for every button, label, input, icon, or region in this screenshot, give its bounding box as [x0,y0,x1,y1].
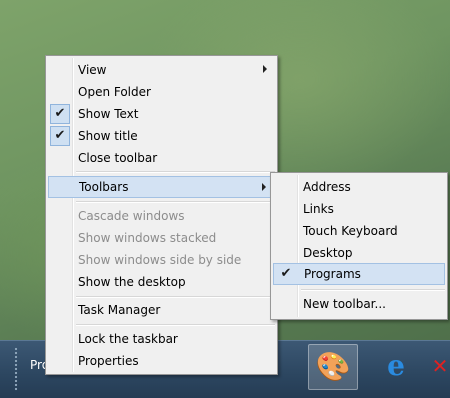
menu-item-label: Task Manager [78,303,161,317]
menu-item-task-manager[interactable]: Task Manager [48,299,275,321]
menu-item-show-desktop[interactable]: Show the desktop [48,271,275,293]
menu-item-label: Show the desktop [78,275,186,289]
check-icon: ✔ [50,104,70,124]
menu-separator [301,289,445,291]
toolbar-item-touch-keyboard[interactable]: Touch Keyboard [273,220,445,242]
menu-item-side-by-side: Show windows side by side [48,249,275,271]
toolbar-item-programs[interactable]: ✔ Programs [273,263,445,285]
taskbar-context-menu: View Open Folder ✔ Show Text ✔ Show titl… [45,55,278,375]
menu-item-label: Properties [78,354,139,368]
submenu-arrow-icon [263,65,267,73]
menu-item-toolbars[interactable]: Toolbars [48,176,275,198]
menu-item-label: Close toolbar [78,151,158,165]
app-icon: ✕ [431,354,449,378]
menu-item-label: New toolbar... [303,297,386,311]
menu-item-label: Desktop [303,246,353,260]
internet-explorer-icon: e [387,349,405,382]
menu-item-label: Show title [78,129,138,143]
menu-item-show-text[interactable]: ✔ Show Text [48,103,275,125]
menu-item-label: View [78,63,107,77]
menu-item-view[interactable]: View [48,59,275,81]
paint-icon: 🎨 [315,350,351,383]
menu-item-label: Show windows stacked [78,231,217,245]
menu-item-label: Open Folder [78,85,151,99]
toolbar-item-desktop[interactable]: Desktop [273,242,445,264]
app-button[interactable]: ✕ [430,344,450,388]
menu-item-lock-taskbar[interactable]: Lock the taskbar [48,328,275,350]
taskbar-grip[interactable] [14,347,18,391]
menu-item-label: Cascade windows [78,209,185,223]
menu-item-cascade: Cascade windows [48,205,275,227]
menu-separator [76,201,275,203]
menu-item-properties[interactable]: Properties [48,350,275,372]
menu-item-label: Show windows side by side [78,253,242,267]
toolbars-submenu: Address Links Touch Keyboard Desktop ✔ P… [270,172,448,320]
menu-item-open-folder[interactable]: Open Folder [48,81,275,103]
menu-item-label: Address [303,180,351,194]
menu-item-stacked: Show windows stacked [48,227,275,249]
menu-item-show-title[interactable]: ✔ Show title [48,125,275,147]
menu-item-label: Show Text [78,107,139,121]
check-icon: ✔ [280,266,292,281]
paint-button[interactable]: 🎨 [308,344,358,390]
submenu-arrow-icon [262,183,266,191]
menu-item-close-toolbar[interactable]: Close toolbar [48,147,275,169]
menu-separator [76,296,275,298]
toolbar-item-address[interactable]: Address [273,176,445,198]
menu-item-label: Toolbars [79,180,129,194]
toolbar-item-new-toolbar[interactable]: New toolbar... [273,293,445,315]
menu-separator [76,171,275,173]
menu-item-label: Lock the taskbar [78,332,178,346]
menu-separator [76,324,275,326]
check-icon: ✔ [50,126,70,146]
internet-explorer-button[interactable]: e [372,344,420,388]
menu-item-label: Links [303,202,334,216]
menu-item-label: Touch Keyboard [303,224,398,238]
toolbar-item-links[interactable]: Links [273,198,445,220]
menu-item-label: Programs [304,267,361,281]
